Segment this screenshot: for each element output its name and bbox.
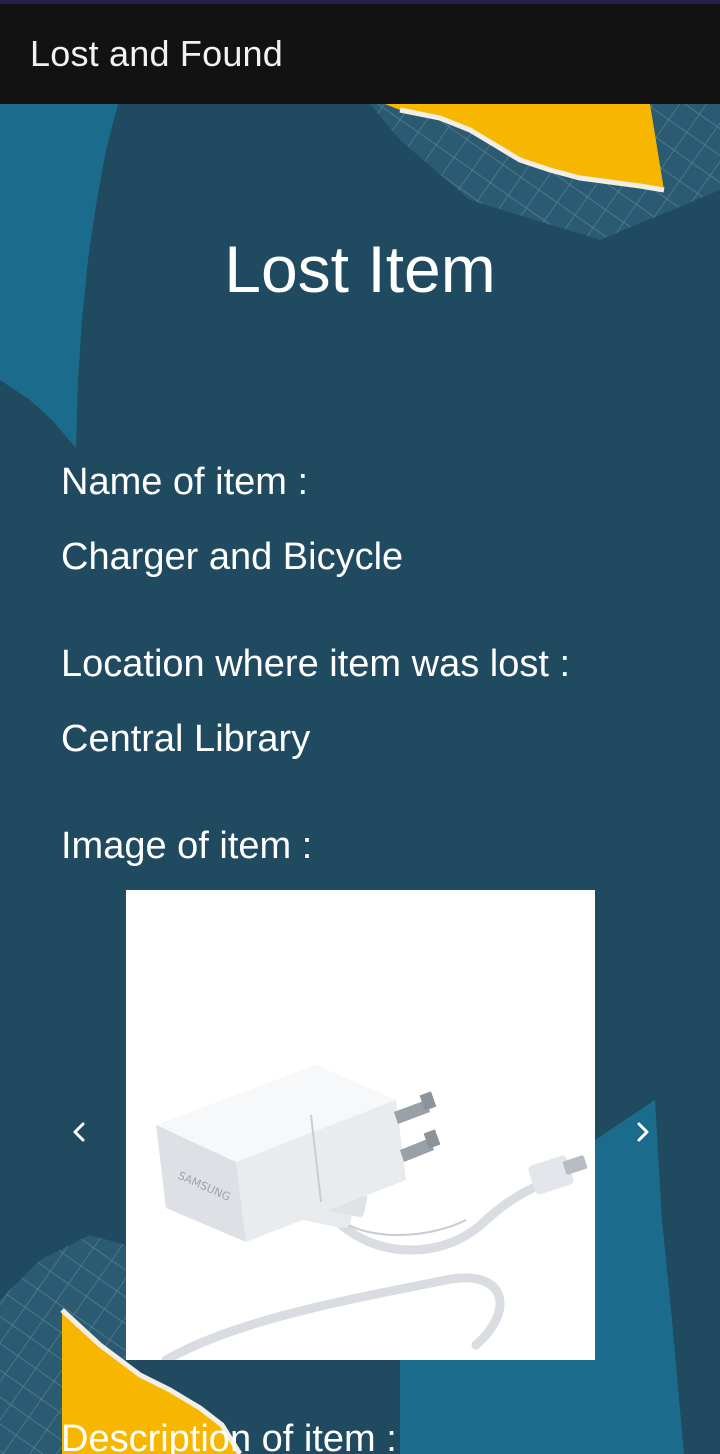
location-value: Central Library [61,718,311,760]
item-name-label: Name of item : [61,461,309,503]
image-label: Image of item : [61,825,313,867]
app-bar: Lost and Found [0,4,720,104]
location-label: Location where item was lost : [61,643,571,685]
charger-illustration: SAMSUNG [156,1065,588,1360]
item-name-value: Charger and Bicycle [61,536,404,578]
item-image: SAMSUNG [126,890,595,1360]
description-label: Description of item : [61,1418,397,1454]
lost-item-screen: Lost and Found Lost Item Name of item : … [0,0,720,1454]
next-image-button[interactable] [620,1110,664,1154]
chevron-right-icon [637,1122,649,1142]
page-title: Lost Item [224,232,496,306]
app-title: Lost and Found [30,33,283,74]
previous-image-button[interactable] [58,1110,102,1154]
chevron-left-icon [73,1122,85,1142]
image-carousel[interactable]: SAMSUNG [0,890,720,1360]
